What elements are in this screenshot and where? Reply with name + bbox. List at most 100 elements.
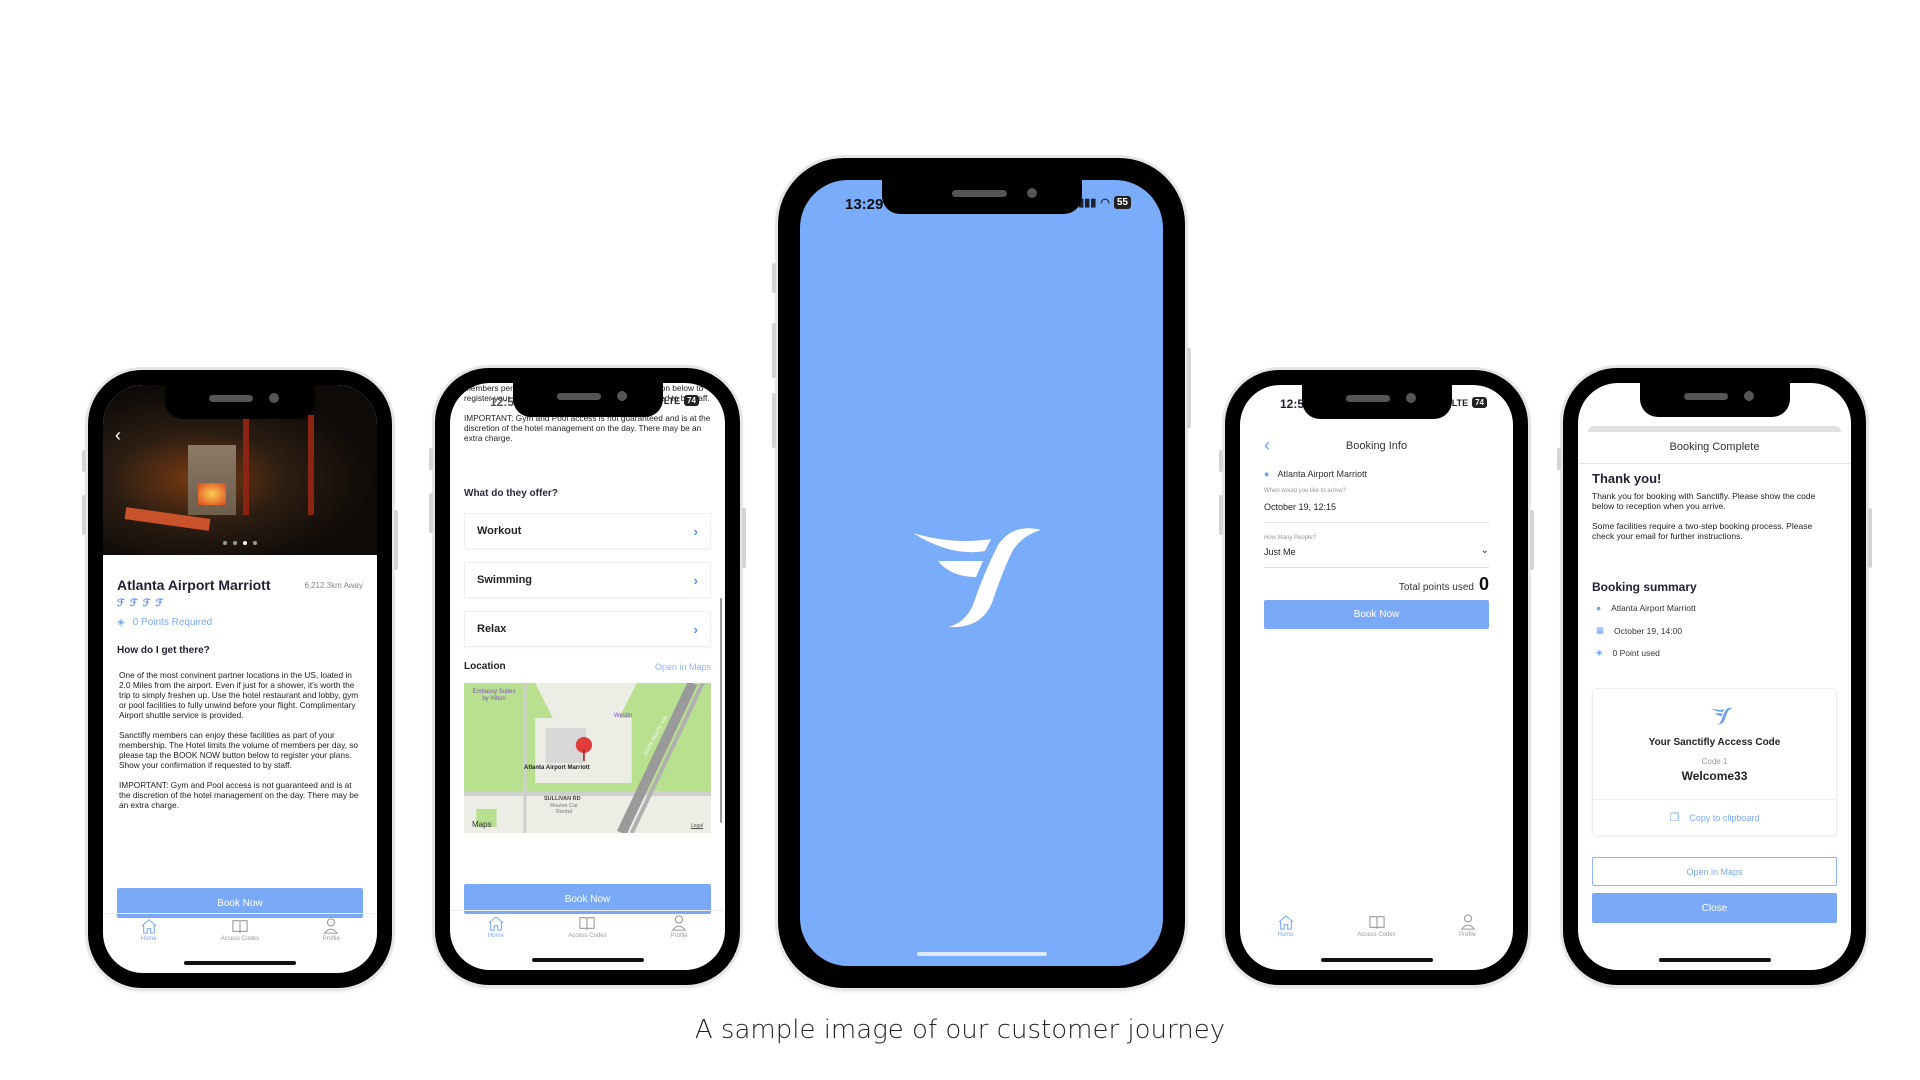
screen: 12:57 ▮▮▮ LTE 74 members per day, so ple… — [450, 383, 725, 970]
offer-item-workout[interactable]: Workout › — [464, 513, 711, 549]
offer-label: Swimming — [477, 574, 533, 586]
home-icon — [1278, 915, 1293, 930]
copy-icon: ❐ — [1669, 812, 1680, 824]
phone-splash: 13:29 ▮▮▮ ◠ 55 — [772, 158, 1191, 988]
fireplace-image — [188, 445, 236, 515]
message-paragraph: Thank you for booking with Sanctifly. Pl… — [1592, 491, 1816, 511]
hotel-name: Atlanta Airport Marriott — [117, 577, 271, 593]
map-road-label: SULLIVAN RD — [544, 796, 581, 802]
tab-profile[interactable]: Profile — [296, 914, 366, 953]
tab-label: Access Codes — [1357, 932, 1396, 938]
tab-label: Home — [140, 936, 157, 942]
total-points-value: 0 — [1478, 574, 1489, 594]
total-points-label: Total points used — [1398, 582, 1474, 593]
open-in-maps-button[interactable]: Open in Maps — [1592, 857, 1837, 886]
tab-access-codes[interactable]: Access Codes — [552, 911, 622, 950]
tab-home[interactable]: Home — [461, 911, 531, 950]
side-button — [772, 393, 776, 448]
maps-attribution: Maps — [472, 820, 492, 829]
side-button — [772, 263, 776, 293]
thanks-heading: Thank you! — [1592, 471, 1662, 486]
summary-heading: Booking summary — [1592, 580, 1697, 594]
status-icons: ▮▮▮ ◠ 55 — [1078, 196, 1131, 209]
people-label: How Many People? — [1264, 535, 1317, 541]
location-pin-icon: ● — [1264, 469, 1270, 479]
side-button — [742, 508, 746, 568]
sanctifly-logo-icon: ℱ — [142, 598, 151, 609]
tab-home[interactable]: Home — [1251, 910, 1321, 950]
distance: 6,212.3km Away — [304, 581, 363, 590]
offer-label: Workout — [477, 525, 522, 537]
open-in-maps-link[interactable]: Open in Maps — [655, 662, 711, 672]
back-chevron-icon[interactable]: ‹ — [115, 425, 121, 446]
caption: A sample image of our customer journey — [694, 1015, 1226, 1045]
description-paragraph: One of the most convinent partner locati… — [119, 670, 359, 720]
notch — [165, 385, 315, 419]
location-map[interactable]: Embassy Suites by Hilton Westin Atlanta … — [464, 683, 711, 833]
summary-location-value: Atlanta Airport Marriott — [1611, 603, 1696, 613]
scrollbar[interactable] — [720, 598, 722, 823]
tab-label: Profile — [1458, 932, 1476, 938]
phone-booking-info: 12:57 ▮▮▮ LTE 74 ‹ Booking Info ● Atlant… — [1219, 370, 1534, 985]
tab-access-codes[interactable]: Access Codes — [1342, 910, 1412, 950]
location-label: Atlanta Airport Marriott — [1277, 469, 1367, 479]
close-button[interactable]: Close — [1592, 893, 1837, 923]
section-heading: How do I get there? — [117, 645, 210, 656]
carousel-dots[interactable] — [223, 541, 257, 545]
chevron-right-icon: › — [693, 621, 698, 637]
profile-icon — [323, 918, 339, 934]
tab-profile[interactable]: Profile — [1433, 910, 1503, 950]
thanks-message: Thank you for booking with Sanctifly. Pl… — [1592, 491, 1835, 551]
page-title: Booking Complete — [1578, 441, 1851, 464]
side-button — [82, 495, 86, 535]
copy-to-clipboard-button[interactable]: ❐ Copy to clipboard — [1593, 799, 1836, 835]
description-paragraph: Sanctifly members can enjoy these facili… — [119, 730, 359, 770]
arrive-label: When would you like to arrive? — [1264, 488, 1346, 494]
offer-item-relax[interactable]: Relax › — [464, 611, 711, 647]
home-indicator — [531, 958, 644, 962]
phone-hotel-details: ‹ Atlanta Airport Marriott 6,212.3km Awa… — [82, 370, 398, 988]
notch — [1301, 385, 1452, 419]
summary-datetime-value: October 19, 14:00 — [1614, 625, 1683, 636]
side-button — [82, 450, 86, 472]
tab-home[interactable]: Home — [114, 914, 184, 953]
section-heading: What do they offer? — [464, 488, 558, 499]
side-button — [429, 448, 433, 470]
location-pin-icon: ● — [1596, 603, 1602, 613]
offer-item-swimming[interactable]: Swimming › — [464, 562, 711, 598]
access-code-card: Your Sanctifly Access Code Code 1 Welcom… — [1592, 688, 1837, 836]
book-icon — [579, 917, 596, 930]
book-now-button[interactable]: Book Now — [1264, 600, 1489, 629]
battery-icon: 55 — [1113, 196, 1131, 209]
tab-profile[interactable]: Profile — [644, 911, 714, 950]
description-paragraph: IMPORTANT: Gym and Pool access is not gu… — [119, 780, 359, 810]
side-button — [1868, 508, 1872, 568]
tab-label: Profile — [322, 936, 340, 942]
side-button — [1530, 510, 1534, 570]
arrival-time-field[interactable]: October 19, 12:15 — [1264, 502, 1489, 523]
notch — [1639, 383, 1790, 417]
arrival-time-value: October 19, 12:15 — [1264, 502, 1337, 512]
tab-label: Home — [487, 933, 504, 939]
page-title: Booking Info — [1345, 440, 1408, 452]
wifi-icon: ◠ — [1100, 197, 1110, 209]
home-indicator — [916, 952, 1047, 956]
screen: 12:57 ▮▮▮ LTE 74 ‹ Booking Info ● Atlant… — [1240, 385, 1513, 970]
side-button — [1557, 448, 1561, 470]
profile-icon — [1460, 914, 1475, 930]
legal-link[interactable]: Legal — [691, 823, 703, 829]
ticket-icon: ◈ — [117, 617, 125, 628]
home-indicator — [1320, 958, 1433, 962]
people-select[interactable]: Just Me ⌄ — [1264, 545, 1489, 568]
sanctifly-logo-icon — [1711, 707, 1733, 725]
splash-screen: 13:29 ▮▮▮ ◠ 55 — [800, 180, 1163, 966]
phone-booking-complete: Booking Complete Thank you! Thank you fo… — [1557, 368, 1872, 985]
tab-bar: Home Access Codes Profile — [103, 913, 377, 953]
points-required-label: 0 Points Required — [132, 617, 213, 628]
map-graphic — [464, 683, 711, 833]
code-label: Code 1 — [1701, 757, 1728, 766]
ticket-icon: ◈ — [1596, 647, 1603, 657]
chevron-down-icon: ⌄ — [1480, 545, 1489, 556]
tab-access-codes[interactable]: Access Codes — [205, 914, 275, 953]
tab-bar: Home Access Codes Profile — [450, 910, 725, 950]
